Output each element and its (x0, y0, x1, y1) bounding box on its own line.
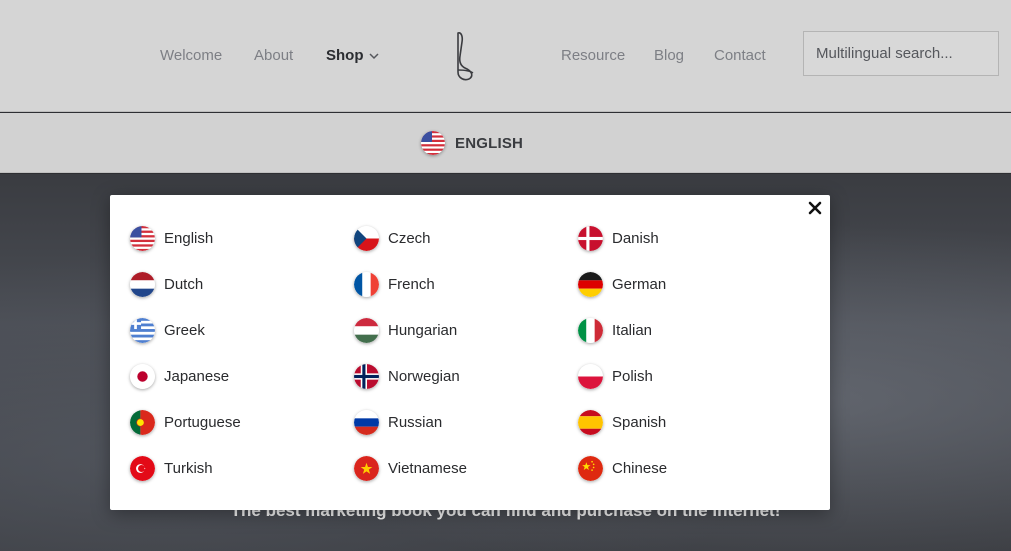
language-option-spanish[interactable]: Spanish (578, 407, 666, 437)
language-option-chinese[interactable]: Chinese (578, 453, 667, 483)
language-label: Russian (388, 413, 443, 431)
us-flag-icon (130, 225, 155, 251)
language-option-norwegian[interactable]: Norwegian (354, 361, 460, 391)
greek-flag-icon (130, 317, 155, 343)
chinese-flag-icon (578, 455, 603, 481)
language-label: Polish (612, 367, 653, 385)
polish-flag-icon (578, 363, 603, 389)
language-option-greek[interactable]: Greek (130, 315, 205, 345)
nav-resource[interactable]: Resource (561, 47, 625, 64)
language-option-russian[interactable]: Russian (354, 407, 442, 437)
portuguese-flag-icon (130, 409, 155, 435)
language-label: Greek (164, 321, 205, 339)
language-option-english[interactable]: English (130, 223, 213, 253)
language-label: Turkish (164, 459, 213, 477)
language-option-danish[interactable]: Danish (578, 223, 659, 253)
us-flag-icon (421, 131, 445, 155)
language-label: Danish (612, 229, 659, 247)
language-label: French (388, 275, 435, 293)
language-label: Chinese (612, 459, 668, 477)
language-label: Vietnamese (388, 459, 467, 477)
italian-flag-icon (578, 317, 603, 343)
language-selector-button[interactable]: ENGLISH (421, 129, 523, 157)
logo-icon[interactable] (447, 30, 477, 82)
language-label: Japanese (164, 367, 230, 385)
language-option-french[interactable]: French (354, 269, 435, 299)
dutch-flag-icon (130, 271, 155, 297)
french-flag-icon (354, 271, 379, 297)
language-bar: ENGLISH (0, 113, 1011, 173)
turkish-flag-icon (130, 455, 155, 481)
language-option-polish[interactable]: Polish (578, 361, 653, 391)
czech-flag-icon (354, 225, 379, 251)
language-option-dutch[interactable]: Dutch (130, 269, 203, 299)
language-modal: English Czech Danish Dutch French German… (110, 195, 830, 510)
russian-flag-icon (354, 409, 379, 435)
language-label: Norwegian (388, 367, 460, 385)
language-label: Italian (612, 321, 653, 339)
vietnamese-flag-icon (354, 455, 379, 481)
language-option-italian[interactable]: Italian (578, 315, 652, 345)
language-label: Portuguese (164, 413, 241, 431)
close-icon[interactable] (808, 201, 822, 215)
language-label: Spanish (612, 413, 667, 431)
language-option-japanese[interactable]: Japanese (130, 361, 229, 391)
hungarian-flag-icon (354, 317, 379, 343)
nav-blog[interactable]: Blog (654, 47, 684, 64)
spanish-flag-icon (578, 409, 603, 435)
search-input[interactable] (803, 31, 999, 76)
nav-shop[interactable]: Shop (326, 47, 364, 64)
site-header: Welcome About Shop Resource Blog Contact (0, 0, 1011, 112)
language-option-czech[interactable]: Czech (354, 223, 431, 253)
language-option-portuguese[interactable]: Portuguese (130, 407, 241, 437)
language-label: Czech (388, 229, 431, 247)
language-label: Dutch (164, 275, 204, 293)
nav-about[interactable]: About (254, 47, 293, 64)
language-label: Hungarian (388, 321, 458, 339)
language-option-german[interactable]: German (578, 269, 666, 299)
danish-flag-icon (578, 225, 603, 251)
nav-welcome[interactable]: Welcome (160, 47, 222, 64)
japanese-flag-icon (130, 363, 155, 389)
german-flag-icon (578, 271, 603, 297)
language-option-hungarian[interactable]: Hungarian (354, 315, 457, 345)
language-option-vietnamese[interactable]: Vietnamese (354, 453, 467, 483)
language-label: German (612, 275, 667, 293)
current-language-label: ENGLISH (455, 134, 524, 152)
language-option-turkish[interactable]: Turkish (130, 453, 213, 483)
nav-contact[interactable]: Contact (714, 47, 766, 64)
language-label: English (164, 229, 214, 247)
norwegian-flag-icon (354, 363, 379, 389)
chevron-down-icon[interactable] (368, 50, 380, 62)
